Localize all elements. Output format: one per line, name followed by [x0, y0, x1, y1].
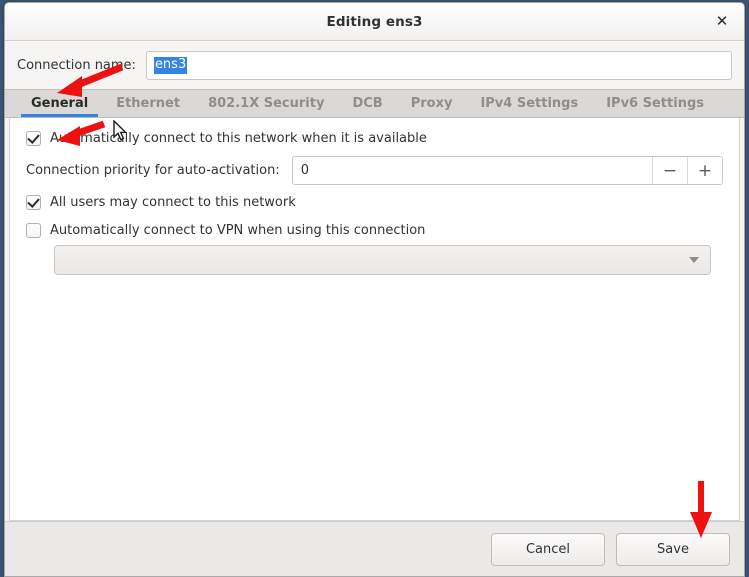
- tab-ipv6-settings[interactable]: IPv6 Settings: [592, 90, 718, 117]
- priority-decrement-button[interactable]: −: [652, 157, 687, 184]
- auto-connect-checkbox[interactable]: [26, 131, 41, 146]
- connection-priority-value[interactable]: 0: [293, 157, 652, 184]
- chevron-down-icon: [689, 257, 699, 263]
- tab-ipv4-settings[interactable]: IPv4 Settings: [466, 90, 592, 117]
- tab-bar: General Ethernet 802.1X Security DCB Pro…: [5, 89, 744, 118]
- tab-proxy[interactable]: Proxy: [397, 90, 467, 117]
- tab-ethernet[interactable]: Ethernet: [102, 90, 194, 117]
- auto-vpn-row: Automatically connect to VPN when using …: [26, 223, 723, 238]
- auto-vpn-label: Automatically connect to VPN when using …: [50, 223, 426, 238]
- connection-priority-row: Connection priority for auto-activation:…: [26, 156, 723, 185]
- tab-dcb[interactable]: DCB: [338, 90, 396, 117]
- vpn-connection-dropdown[interactable]: [54, 245, 711, 275]
- save-button[interactable]: Save: [616, 532, 730, 566]
- title-bar: Editing ens3 ✕: [5, 3, 744, 41]
- tab-general[interactable]: General: [17, 90, 102, 117]
- tab-ethernet-label: Ethernet: [116, 96, 181, 111]
- vpn-combo-row: [26, 245, 723, 275]
- auto-connect-row: Automatically connect to this network wh…: [26, 131, 723, 146]
- tab-ipv6-settings-label: IPv6 Settings: [606, 96, 704, 111]
- tab-ipv4-settings-label: IPv4 Settings: [480, 96, 579, 111]
- tab-8021x-security[interactable]: 802.1X Security: [194, 90, 338, 117]
- all-users-row: All users may connect to this network: [26, 195, 723, 210]
- connection-name-row: Connection name: ens3: [5, 41, 744, 89]
- connection-priority-stepper[interactable]: 0 − +: [291, 156, 723, 185]
- tab-general-label: General: [31, 96, 89, 111]
- auto-vpn-checkbox[interactable]: [26, 223, 41, 238]
- auto-connect-label: Automatically connect to this network wh…: [50, 131, 427, 146]
- connection-priority-label: Connection priority for auto-activation:: [26, 163, 280, 178]
- tab-dcb-label: DCB: [352, 96, 383, 111]
- window-title: Editing ens3: [326, 13, 423, 30]
- tab-8021x-security-label: 802.1X Security: [208, 96, 325, 111]
- general-tab-panel: Automatically connect to this network wh…: [9, 118, 740, 521]
- all-users-checkbox[interactable]: [26, 195, 41, 210]
- all-users-label: All users may connect to this network: [50, 195, 296, 210]
- connection-name-input[interactable]: ens3: [145, 51, 732, 80]
- dialog-action-bar: Cancel Save: [5, 521, 744, 576]
- editing-connection-dialog: Editing ens3 ✕ Connection name: ens3 Gen…: [4, 2, 745, 577]
- priority-increment-button[interactable]: +: [687, 157, 722, 184]
- close-icon[interactable]: ✕: [710, 10, 734, 34]
- cancel-button[interactable]: Cancel: [491, 532, 605, 566]
- connection-name-value: ens3: [153, 56, 188, 75]
- tab-proxy-label: Proxy: [410, 96, 453, 111]
- connection-name-label: Connection name:: [17, 58, 136, 73]
